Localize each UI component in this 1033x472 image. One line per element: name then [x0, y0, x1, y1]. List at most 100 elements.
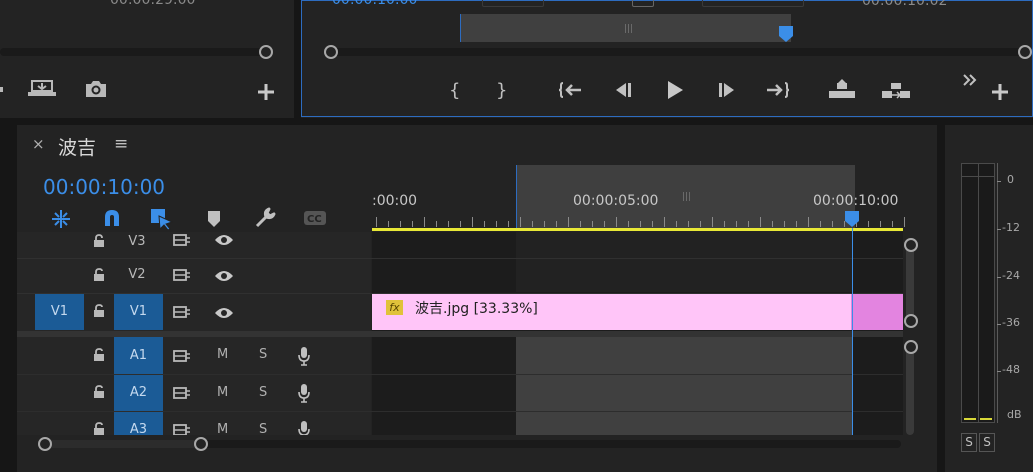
sequence-tab-title[interactable]: 波吉: [58, 133, 96, 160]
ruler-tick: [544, 221, 545, 227]
extract-icon[interactable]: [880, 79, 912, 101]
meter-level-left: [964, 418, 976, 420]
lock-icon[interactable]: [93, 234, 105, 248]
solo-right-button[interactable]: S: [979, 433, 995, 452]
lock-icon[interactable]: [93, 348, 105, 362]
timeline-zoom-handle-left[interactable]: [38, 437, 52, 451]
eye-icon[interactable]: [214, 233, 234, 247]
svg-text:{: {: [449, 80, 460, 101]
ruler-tick: [652, 221, 653, 227]
microphone-icon[interactable]: [297, 420, 311, 435]
sync-lock-icon[interactable]: [173, 267, 191, 283]
program-zoom-scrollbar[interactable]: [330, 48, 1030, 56]
close-tab-button[interactable]: ×: [32, 135, 45, 153]
mark-out-icon[interactable]: }: [495, 79, 507, 101]
go-to-out-icon[interactable]: [766, 80, 792, 100]
snap-magnet-icon[interactable]: [102, 208, 122, 228]
track-name[interactable]: V2: [114, 267, 160, 282]
insert-icon[interactable]: [0, 82, 8, 96]
sync-lock-icon[interactable]: [173, 348, 191, 364]
work-area-bar[interactable]: [372, 228, 903, 231]
track-name[interactable]: V3: [114, 234, 160, 249]
step-back-icon[interactable]: [612, 81, 632, 99]
ruler-tick: [556, 221, 557, 227]
track-target-a2[interactable]: A2: [114, 375, 163, 411]
wrench-settings-icon[interactable]: [254, 207, 276, 229]
program-timecode[interactable]: 00:00:10:00: [332, 0, 417, 8]
track-target-v1[interactable]: V1: [114, 294, 163, 330]
ruler-tick: [520, 217, 521, 227]
lift-icon[interactable]: [827, 79, 857, 101]
nest-sequence-icon[interactable]: [49, 209, 73, 229]
ruler-tick: [736, 221, 737, 227]
track-target-a1[interactable]: A1: [114, 337, 163, 374]
more-controls-icon[interactable]: [962, 73, 978, 87]
solo-button[interactable]: S: [259, 422, 267, 435]
settings-icon[interactable]: [632, 0, 654, 7]
go-to-in-icon[interactable]: [557, 80, 583, 100]
export-frame-icon[interactable]: [28, 78, 58, 98]
eye-icon[interactable]: [214, 306, 234, 320]
mute-button[interactable]: M: [217, 347, 228, 362]
lock-icon[interactable]: [93, 268, 105, 282]
playhead-handle-icon[interactable]: [844, 210, 860, 228]
audio-scroll-handle-top[interactable]: [904, 340, 918, 354]
program-playhead-icon[interactable]: [778, 25, 794, 43]
timeline-scroll-thumb[interactable]: [43, 440, 203, 448]
timeline-zoom-handle-right[interactable]: [194, 437, 208, 451]
track-row-v2: V2: [17, 259, 371, 294]
clip[interactable]: fx 波吉.jpg [33.33%]: [372, 294, 903, 330]
program-zoom-handle-right[interactable]: [1018, 45, 1032, 59]
panel-menu-icon[interactable]: ≡: [114, 134, 128, 154]
ruler-tick: [616, 217, 617, 227]
mark-in-icon[interactable]: {: [448, 79, 460, 101]
fx-badge[interactable]: fx: [386, 300, 403, 315]
camera-icon[interactable]: [84, 79, 108, 99]
sync-lock-icon[interactable]: [173, 304, 191, 320]
ruler-tick: [580, 221, 581, 227]
linked-selection-icon[interactable]: [150, 208, 174, 230]
fit-dropdown[interactable]: [482, 0, 544, 7]
video-scroll-handle-bottom[interactable]: [904, 314, 918, 328]
solo-button[interactable]: S: [259, 347, 267, 362]
audio-vertical-scrollbar[interactable]: [906, 341, 914, 435]
eye-icon[interactable]: [214, 269, 234, 283]
track-row-v1: V1 V1: [17, 294, 371, 331]
microphone-icon[interactable]: [297, 346, 311, 366]
add-marker-icon[interactable]: [207, 210, 221, 228]
mute-button[interactable]: M: [217, 385, 228, 400]
ruler-tick: [904, 217, 905, 227]
ruler-tick: [724, 221, 725, 227]
program-zoom-handle-left[interactable]: [324, 45, 338, 59]
time-ruler[interactable]: ||| :00:00 00:00:05:00 00:00:10:00: [372, 165, 905, 232]
resolution-dropdown[interactable]: [702, 0, 804, 7]
sync-lock-icon[interactable]: [173, 422, 191, 435]
captions-icon[interactable]: CC: [303, 210, 327, 226]
ruler-tick: [412, 221, 413, 227]
solo-button[interactable]: S: [259, 385, 267, 400]
playhead-line[interactable]: [852, 228, 853, 435]
sync-lock-icon[interactable]: [173, 232, 191, 248]
source-patch-v1[interactable]: V1: [35, 294, 84, 330]
mute-button[interactable]: M: [217, 422, 228, 435]
source-zoom-scrollbar[interactable]: [0, 48, 270, 56]
source-timecode[interactable]: 00:00:29:00: [110, 0, 195, 8]
video-scroll-handle-top[interactable]: [904, 238, 918, 252]
track-target-a3[interactable]: A3: [114, 412, 163, 435]
sync-lock-icon[interactable]: [173, 385, 191, 401]
track-row-a1: A1 M S: [17, 337, 371, 375]
clip-label: 波吉.jpg [33.33%]: [415, 301, 538, 317]
solo-left-button[interactable]: S: [961, 433, 977, 452]
step-forward-icon[interactable]: [718, 81, 738, 99]
lock-icon[interactable]: [93, 304, 105, 318]
add-button-icon[interactable]: [257, 83, 275, 101]
lock-icon[interactable]: [93, 385, 105, 399]
current-time-display[interactable]: 00:00:10:00: [43, 175, 165, 199]
play-icon[interactable]: [665, 80, 685, 100]
ruler-tick: [760, 217, 761, 227]
program-in-out-range[interactable]: |||: [460, 14, 791, 42]
source-zoom-handle[interactable]: [259, 45, 273, 59]
add-button-icon[interactable]: [991, 83, 1009, 101]
lock-icon[interactable]: [93, 422, 105, 435]
microphone-icon[interactable]: [297, 383, 311, 403]
